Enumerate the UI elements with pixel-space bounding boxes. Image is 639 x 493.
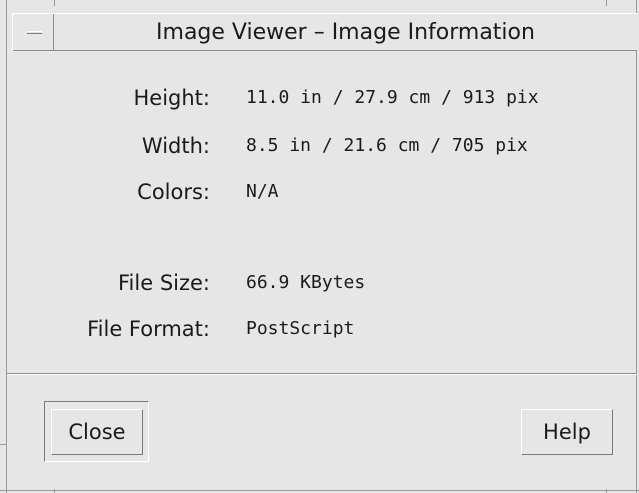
colors-value: N/A [246, 181, 279, 202]
title-bar[interactable]: Image Viewer – Image Information [12, 13, 637, 51]
colors-label: Colors: [137, 180, 210, 204]
window-border-bottom [0, 490, 639, 491]
resize-corner-mark [54, 0, 55, 6]
help-button[interactable]: Help [521, 409, 613, 455]
resize-corner-mark [606, 489, 607, 493]
width-row: Width: 8.5 in / 21.6 cm / 705 pix [0, 131, 639, 161]
file-format-label: File Format: [87, 317, 210, 341]
width-value: 8.5 in / 21.6 cm / 705 pix [246, 135, 528, 156]
close-button[interactable]: Close [51, 409, 143, 455]
window-border-right [636, 0, 637, 493]
height-label: Height: [133, 86, 211, 110]
resize-corner-mark [0, 444, 6, 445]
colors-row: Colors: N/A [0, 177, 639, 207]
separator [7, 373, 637, 375]
file-format-value: PostScript [246, 318, 355, 339]
window-menu-icon [27, 31, 42, 34]
file-size-label: File Size: [118, 271, 210, 295]
width-label: Width: [141, 134, 210, 158]
resize-corner-mark [54, 489, 55, 493]
resize-corner-mark [606, 0, 607, 6]
height-value: 11.0 in / 27.9 cm / 913 pix [246, 87, 539, 108]
file-size-value: 66.9 KBytes [246, 272, 366, 293]
height-row: Height: 11.0 in / 27.9 cm / 913 pix [0, 83, 639, 113]
window-title: Image Viewer – Image Information [156, 20, 535, 45]
file-format-row: File Format: PostScript [0, 314, 639, 344]
file-size-row: File Size: 66.9 KBytes [0, 268, 639, 298]
window-menu-button[interactable] [12, 14, 54, 51]
window-border-left [6, 0, 7, 493]
image-information-dialog: Image Viewer – Image Information Height:… [0, 0, 639, 493]
